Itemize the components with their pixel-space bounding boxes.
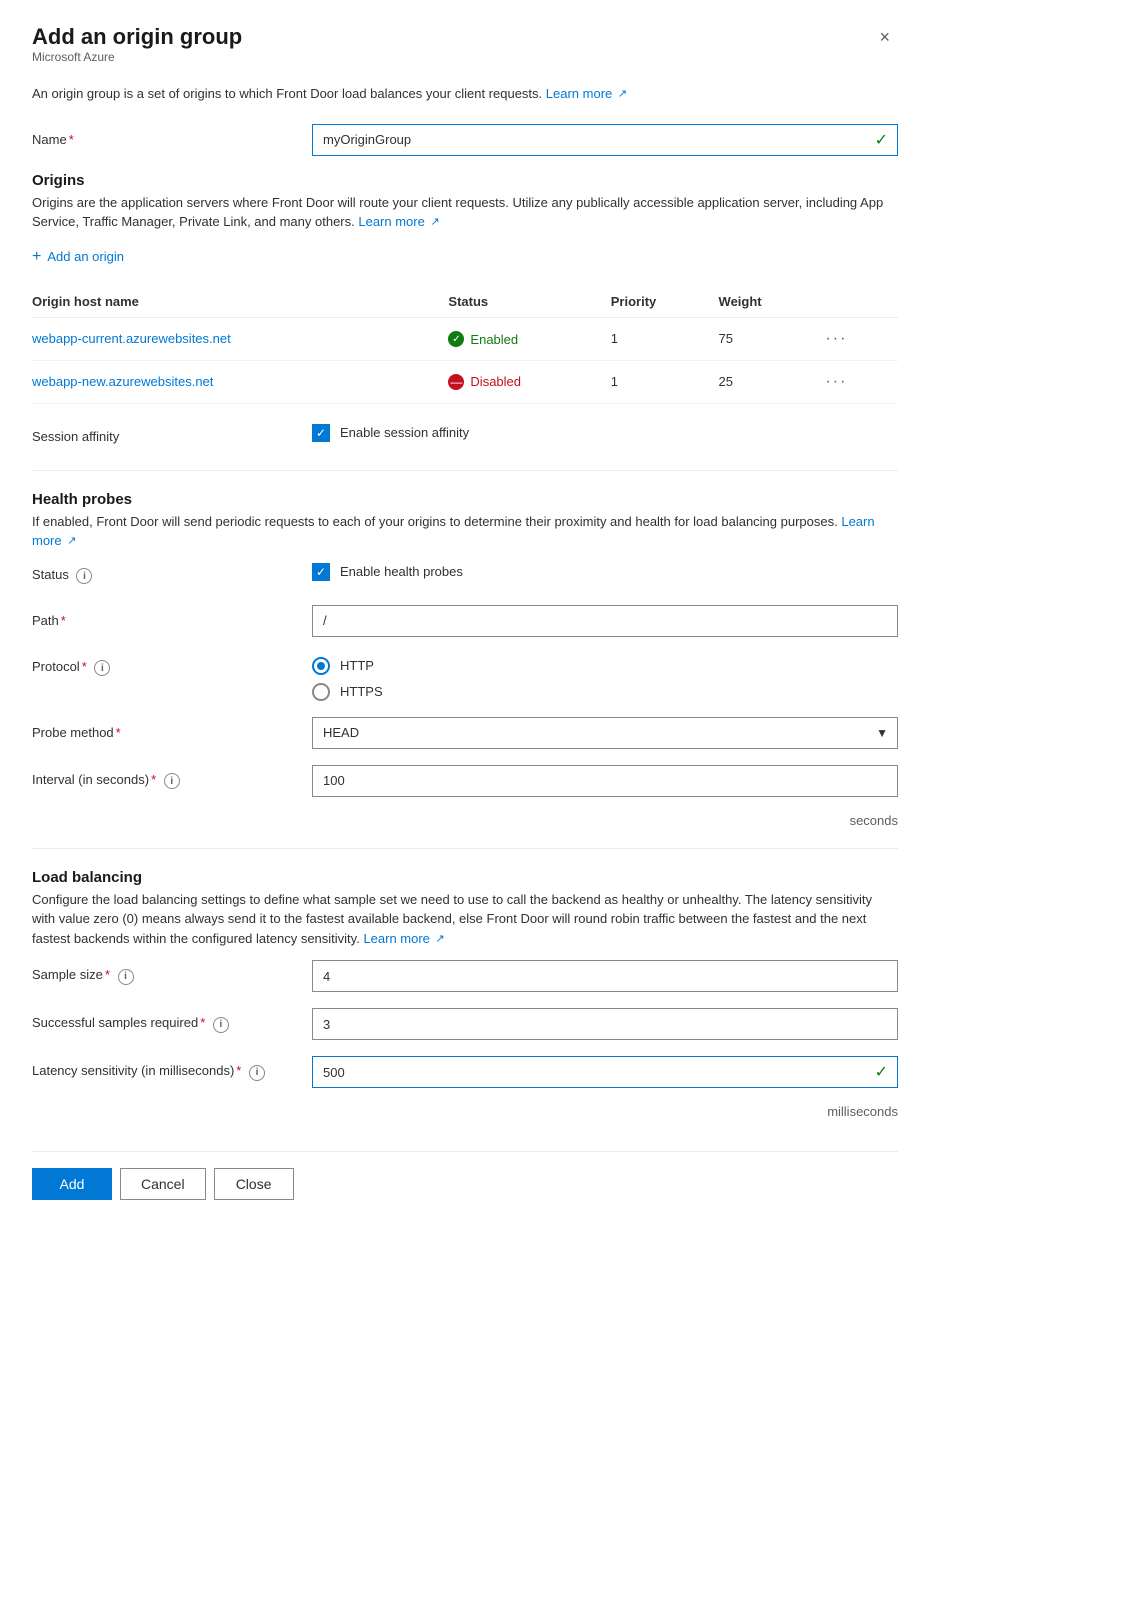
probe-method-select[interactable]: HEAD GET	[312, 717, 898, 749]
origin-priority-cell: 1	[611, 360, 719, 403]
enabled-text: Enabled	[470, 332, 518, 347]
origins-section-description: Origins are the application servers wher…	[32, 193, 898, 232]
origins-external-icon: ↗	[430, 214, 439, 231]
load-balancing-description: Configure the load balancing settings to…	[32, 890, 898, 949]
add-button[interactable]: Add	[32, 1168, 112, 1200]
health-probes-checkmark: ✓	[316, 566, 326, 578]
col-header-actions	[821, 286, 898, 318]
health-probes-description: If enabled, Front Door will send periodi…	[32, 512, 898, 551]
health-probes-checkbox[interactable]: ✓	[312, 563, 330, 581]
table-row: webapp-current.azurewebsites.net✓ Enabled…	[32, 317, 898, 360]
sample-size-label: Sample size* i	[32, 967, 312, 985]
col-header-status: Status	[448, 286, 610, 318]
protocol-http-radio[interactable]	[312, 657, 330, 675]
protocol-info-icon[interactable]: i	[94, 660, 110, 676]
panel-subtitle: Microsoft Azure	[32, 50, 242, 64]
plus-icon: +	[32, 248, 41, 266]
panel-description: An origin group is a set of origins to w…	[32, 84, 898, 104]
origin-priority-cell: 1	[611, 317, 719, 360]
health-status-label: Status i	[32, 567, 312, 585]
disabled-dot-icon: —	[448, 374, 464, 390]
lb-external-icon: ↗	[436, 931, 445, 948]
origin-weight-cell: 25	[719, 360, 822, 403]
latency-input[interactable]	[312, 1056, 898, 1088]
protocol-https-label: HTTPS	[340, 684, 383, 699]
latency-suffix: milliseconds	[32, 1104, 898, 1119]
origin-status-cell: ✓ Enabled	[448, 317, 610, 360]
protocol-label: Protocol* i	[32, 657, 312, 677]
close-icon-button[interactable]: ×	[871, 24, 898, 50]
add-origin-button[interactable]: + Add an origin	[32, 244, 124, 270]
path-label: Path*	[32, 613, 312, 628]
col-header-weight: Weight	[719, 286, 822, 318]
sample-size-input[interactable]	[312, 960, 898, 992]
probe-method-label: Probe method*	[32, 725, 312, 740]
health-status-info-icon[interactable]: i	[76, 568, 92, 584]
enabled-dot-icon: ✓	[448, 331, 464, 347]
learn-more-origins-link[interactable]: Learn more ↗	[358, 214, 439, 229]
latency-valid-icon: ✓	[875, 1062, 888, 1082]
name-label: Name*	[32, 132, 312, 147]
learn-more-link-main[interactable]: Learn more ↗	[546, 86, 627, 101]
cancel-button[interactable]: Cancel	[120, 1168, 206, 1200]
session-affinity-checkbox[interactable]: ✓	[312, 424, 330, 442]
session-affinity-checkmark: ✓	[316, 427, 326, 439]
health-probes-checkbox-label: Enable health probes	[340, 564, 463, 579]
interval-label: Interval (in seconds)* i	[32, 772, 312, 790]
status-badge: — Disabled	[448, 374, 521, 390]
protocol-http-label: HTTP	[340, 658, 374, 673]
path-input[interactable]	[312, 605, 898, 637]
latency-info-icon[interactable]: i	[249, 1065, 265, 1081]
successful-samples-label: Successful samples required* i	[32, 1015, 312, 1033]
session-affinity-checkbox-label: Enable session affinity	[340, 425, 469, 440]
health-probes-title: Health probes	[32, 491, 898, 508]
origin-host-cell[interactable]: webapp-current.azurewebsites.net	[32, 317, 448, 360]
latency-label: Latency sensitivity (in milliseconds)* i	[32, 1063, 312, 1081]
protocol-radio-group: HTTP HTTPS	[312, 657, 898, 701]
interval-info-icon[interactable]: i	[164, 773, 180, 789]
successful-samples-input[interactable]	[312, 1008, 898, 1040]
external-link-icon: ↗	[618, 86, 627, 103]
origins-table: Origin host name Status Priority Weight …	[32, 286, 898, 404]
load-balancing-title: Load balancing	[32, 869, 898, 886]
col-header-hostname: Origin host name	[32, 286, 448, 318]
learn-more-lb-link[interactable]: Learn more ↗	[363, 931, 444, 946]
close-button[interactable]: Close	[214, 1168, 294, 1200]
origin-status-cell: — Disabled	[448, 360, 610, 403]
action-buttons-row: Add Cancel Close	[32, 1151, 898, 1200]
learn-more-health-link[interactable]: Learn more ↗	[32, 514, 875, 549]
protocol-https-radio[interactable]	[312, 683, 330, 701]
origin-more-cell[interactable]: ···	[821, 360, 898, 403]
session-affinity-label: Session affinity	[32, 429, 312, 444]
successful-samples-info-icon[interactable]: i	[213, 1017, 229, 1033]
panel-title: Add an origin group	[32, 24, 242, 50]
origins-section-title: Origins	[32, 172, 898, 189]
sample-size-info-icon[interactable]: i	[118, 969, 134, 985]
col-header-priority: Priority	[611, 286, 719, 318]
origin-weight-cell: 75	[719, 317, 822, 360]
table-row: webapp-new.azurewebsites.net— Disabled 125…	[32, 360, 898, 403]
name-valid-icon: ✓	[875, 130, 888, 150]
session-affinity-checkbox-row: ✓ Enable session affinity	[312, 424, 469, 442]
origin-host-cell[interactable]: webapp-new.azurewebsites.net	[32, 360, 448, 403]
interval-input[interactable]	[312, 765, 898, 797]
more-options-button[interactable]: ···	[821, 371, 851, 393]
name-input[interactable]	[312, 124, 898, 156]
interval-suffix: seconds	[32, 813, 898, 828]
health-external-icon: ↗	[67, 533, 76, 550]
status-badge: ✓ Enabled	[448, 331, 518, 347]
disabled-text: Disabled	[470, 374, 521, 389]
more-options-button[interactable]: ···	[821, 328, 851, 350]
origin-more-cell[interactable]: ···	[821, 317, 898, 360]
